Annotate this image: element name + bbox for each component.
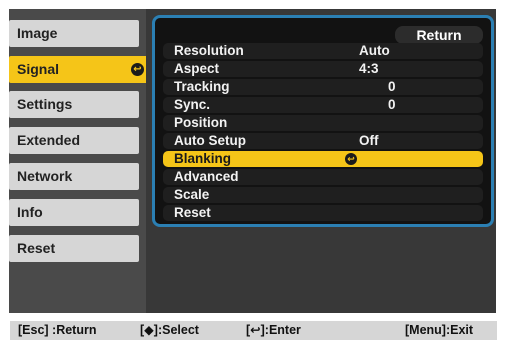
sidebar-item-extended[interactable]: Extended (9, 127, 139, 154)
menu-row-resolution[interactable]: Resolution Auto (163, 43, 483, 59)
sidebar-item-signal[interactable]: Signal ↩ (9, 56, 148, 83)
menu-row-reset[interactable]: Reset (163, 205, 483, 221)
menu-row-aspect[interactable]: Aspect 4:3 (163, 61, 483, 77)
sidebar-item-image[interactable]: Image (9, 20, 139, 47)
signal-submenu: Return Resolution Auto Aspect 4:3 Tracki… (152, 15, 494, 227)
menu-row-sync[interactable]: Sync. 0 (163, 97, 483, 113)
sidebar-item-info[interactable]: Info (9, 199, 139, 226)
return-button[interactable]: Return (395, 26, 483, 44)
menu-row-value: 0 (388, 79, 396, 94)
menu-row-value: 0 (388, 97, 396, 112)
key-hint-menu: [Menu]:Exit (405, 323, 474, 337)
key-hint-esc: [Esc] :Return (18, 323, 97, 337)
menu-row-label: Reset (174, 205, 211, 220)
menu-row-label: Auto Setup (174, 133, 246, 148)
sidebar-item-label: Image (17, 25, 58, 41)
menu-row-label: Aspect (174, 61, 220, 76)
menu-row-label: Sync. (174, 97, 211, 112)
menu-row-value: Off (359, 133, 379, 148)
sidebar-item-label: Extended (17, 132, 81, 148)
sidebar-item-settings[interactable]: Settings (9, 91, 139, 118)
sidebar-item-reset[interactable]: Reset (9, 235, 139, 262)
menu-row-value: Auto (359, 43, 390, 58)
menu-row-advanced[interactable]: Advanced (163, 169, 483, 185)
enter-icon: ↩ (131, 63, 144, 76)
menu-row-value: 4:3 (359, 61, 379, 76)
menu-row-blanking[interactable]: Blanking ↩ (163, 151, 483, 167)
menu-row-label: Tracking (174, 79, 230, 94)
menu-row-label: Scale (174, 187, 210, 202)
sidebar-item-network[interactable]: Network (9, 163, 139, 190)
menu-row-auto-setup[interactable]: Auto Setup Off (163, 133, 483, 149)
key-hint-select: [◆]:Select (140, 323, 199, 337)
menu-row-label: Resolution (174, 43, 244, 58)
menu-row-label: Position (174, 115, 228, 130)
sidebar-item-label: Signal (17, 61, 60, 77)
sidebar-item-label: Network (17, 168, 73, 184)
key-hint-enter: [↩]:Enter (246, 323, 301, 337)
sidebar-item-label: Info (17, 204, 43, 220)
enter-icon: ↩ (345, 153, 357, 165)
menu-row-scale[interactable]: Scale (163, 187, 483, 203)
menu-row-position[interactable]: Position (163, 115, 483, 131)
menu-row-label: Blanking (174, 151, 232, 166)
menu-row-label: Advanced (174, 169, 239, 184)
key-guide-bar: [Esc] :Return [◆]:Select [↩]:Enter [Menu… (10, 321, 497, 340)
sidebar-item-label: Reset (17, 240, 56, 256)
sidebar-item-label: Settings (17, 96, 73, 112)
menu-row-tracking[interactable]: Tracking 0 (163, 79, 483, 95)
